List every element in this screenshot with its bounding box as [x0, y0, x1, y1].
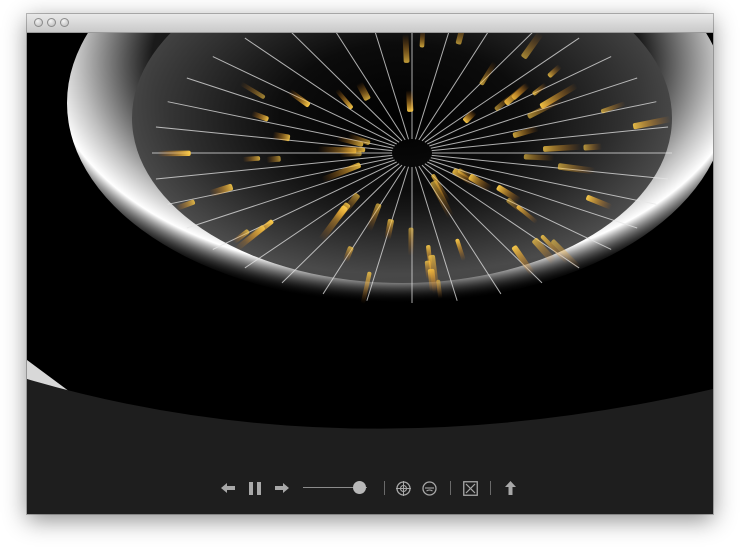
- arrow-up-icon: [504, 481, 516, 495]
- smiley-face-icon: [421, 480, 437, 496]
- divider: [384, 481, 385, 495]
- crosshair-icon: [395, 480, 411, 496]
- smiley-button[interactable]: [420, 478, 438, 498]
- playback-controls: [27, 478, 713, 498]
- box-x-icon: [462, 480, 478, 496]
- next-button[interactable]: [274, 478, 290, 498]
- crosshair-button[interactable]: [394, 478, 412, 498]
- minimize-window-button[interactable]: [47, 18, 56, 27]
- spark: [583, 143, 602, 151]
- divider: [490, 481, 491, 495]
- spark: [157, 150, 191, 157]
- previous-button[interactable]: [220, 478, 236, 498]
- divider: [450, 481, 451, 495]
- spark: [406, 90, 414, 112]
- pause-icon: [249, 481, 261, 495]
- spark: [402, 34, 410, 63]
- title-bar[interactable]: [27, 14, 713, 33]
- app-window: [27, 14, 713, 514]
- pause-button[interactable]: [247, 478, 263, 498]
- visualizer-canvas: [27, 33, 713, 514]
- spark: [408, 227, 414, 256]
- zoom-window-button[interactable]: [60, 18, 69, 27]
- spark: [266, 155, 281, 163]
- eject-button[interactable]: [502, 478, 518, 498]
- arrow-left-icon: [221, 483, 235, 493]
- volume-slider-thumb[interactable]: [353, 481, 367, 494]
- visualizer-viewport[interactable]: [27, 33, 713, 514]
- close-window-button[interactable]: [34, 18, 43, 27]
- exit-fullscreen-button[interactable]: [461, 478, 479, 498]
- arrow-right-icon: [275, 483, 289, 493]
